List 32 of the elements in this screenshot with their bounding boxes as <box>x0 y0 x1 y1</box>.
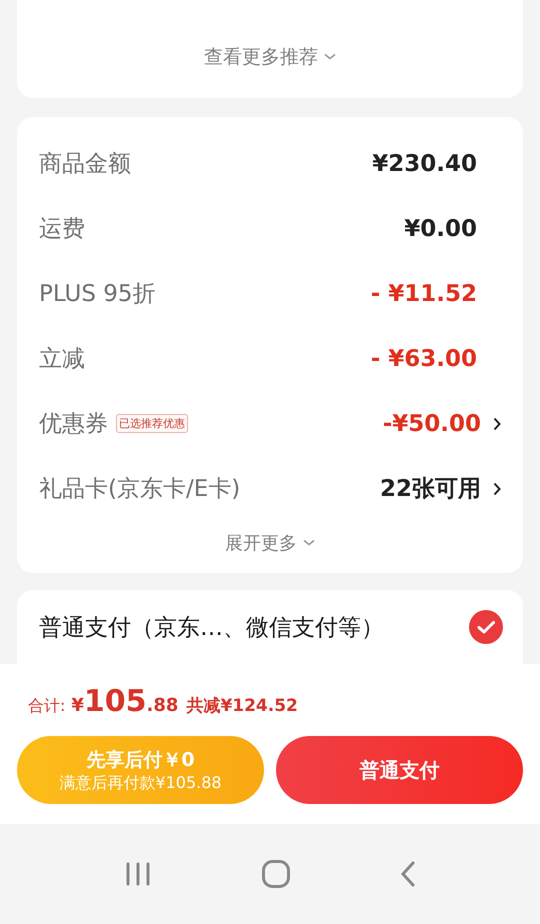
chevron-down-icon <box>303 539 315 547</box>
total-decimal: .88 <box>146 695 178 716</box>
chevron-down-icon <box>324 53 336 61</box>
fee-label: 运费 <box>39 215 85 244</box>
coupon-badge: 已选推荐优惠 <box>116 414 188 433</box>
fee-label: PLUS 95折 <box>39 280 156 309</box>
fee-label: 商品金额 <box>39 150 131 179</box>
back-icon[interactable] <box>400 861 416 887</box>
fee-value: - ¥63.00 <box>370 346 477 372</box>
pay-button[interactable]: 普通支付 <box>276 736 523 804</box>
fee-value: 22张可用 <box>380 475 481 504</box>
button-title: 先享后付￥0 <box>86 748 195 772</box>
fee-label: 礼品卡(京东卡/E卡) <box>39 475 240 504</box>
total-amount: 105 <box>84 684 147 719</box>
total-label: 合计: <box>28 696 66 717</box>
fee-value: - ¥11.52 <box>370 280 477 306</box>
fee-value: -¥50.00 <box>382 410 481 436</box>
fee-value: ¥230.40 <box>372 150 477 176</box>
payment-option-label: 普通支付（京东…、微信支付等） <box>39 614 384 642</box>
checkbox[interactable] <box>469 610 503 644</box>
more-recommendations-link[interactable]: 查看更多推荐 <box>204 44 336 70</box>
button-subtitle: 满意后再付款¥105.88 <box>59 772 222 794</box>
fee-label: 立减 <box>39 345 85 374</box>
fee-value: ¥0.00 <box>404 216 477 242</box>
recent-apps-icon[interactable] <box>124 861 152 887</box>
savings-text: 共减¥124.52 <box>186 695 298 717</box>
chevron-right-icon[interactable] <box>493 416 501 430</box>
expand-more-link[interactable]: 展开更多 <box>225 527 315 559</box>
currency-symbol: ¥ <box>71 695 84 716</box>
fee-label: 优惠券 <box>39 410 108 439</box>
home-icon[interactable] <box>260 859 291 889</box>
chevron-right-icon[interactable] <box>493 482 501 496</box>
